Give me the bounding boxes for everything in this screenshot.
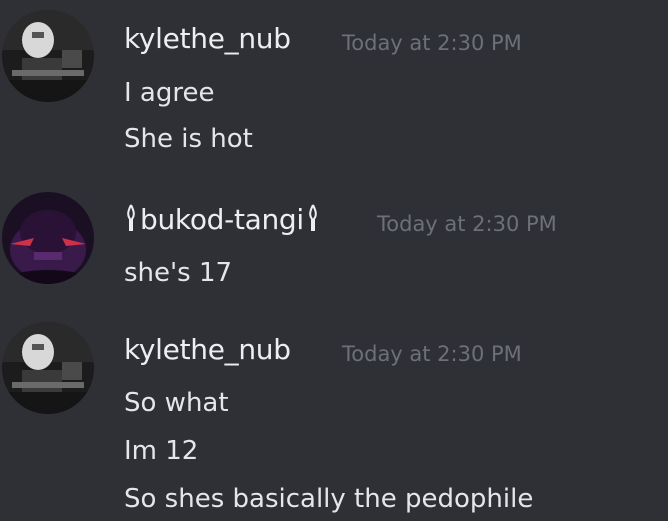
user-avatar[interactable]: [2, 10, 94, 102]
candle-icon: [127, 204, 135, 231]
username[interactable]: kylethe_nub: [124, 333, 291, 366]
message-text: I agree: [124, 78, 215, 108]
chat-message-list: kylethe_nub Today at 2:30 PM I agree She…: [0, 0, 668, 521]
message-timestamp: Today at 2:30 PM: [342, 342, 522, 366]
message-timestamp: Today at 2:30 PM: [342, 31, 522, 55]
message-text: Im 12: [124, 436, 199, 466]
username[interactable]: kylethe_nub: [124, 22, 291, 55]
user-avatar[interactable]: [2, 192, 94, 284]
username-text: bukod-tangi: [140, 203, 304, 236]
username[interactable]: bukod-tangi: [124, 203, 320, 236]
message-text: she's 17: [124, 258, 233, 288]
message-text: She is hot: [124, 124, 253, 154]
message-text: So shes basically the pedophile: [124, 484, 534, 514]
candle-icon: [309, 204, 317, 231]
user-avatar[interactable]: [2, 322, 94, 414]
message-timestamp: Today at 2:30 PM: [377, 212, 557, 236]
message-text: So what: [124, 388, 229, 418]
